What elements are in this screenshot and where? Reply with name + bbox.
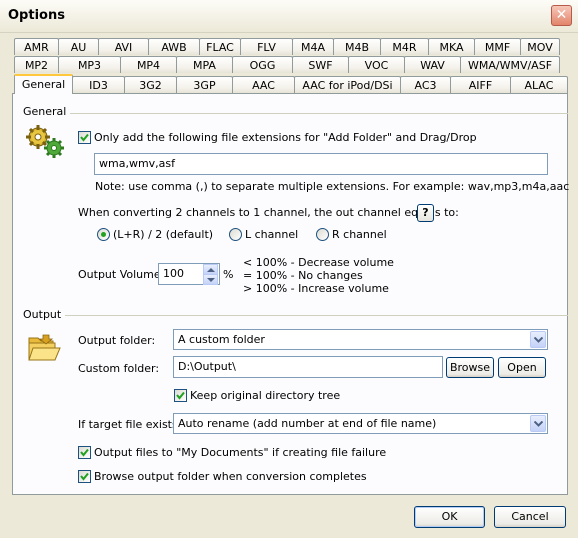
radio-l-label: L channel: [245, 228, 299, 241]
dropdown-arrow-button[interactable]: [530, 415, 546, 432]
close-button[interactable]: ✕: [551, 5, 572, 26]
cancel-label: Cancel: [511, 510, 549, 523]
output-mydocs-checkbox[interactable]: [78, 446, 91, 459]
output-folder-value: A custom folder: [178, 333, 265, 346]
tab-mmf[interactable]: MMF: [474, 38, 521, 55]
tab-ac3[interactable]: AC3: [400, 76, 451, 93]
tab-mka[interactable]: MKA: [428, 38, 475, 55]
radio-r-channel[interactable]: [316, 228, 329, 241]
folder-open-icon: [28, 334, 61, 361]
tab-aiff[interactable]: AIFF: [450, 76, 511, 93]
tab-alac[interactable]: ALAC: [510, 76, 568, 93]
output-mydocs-label: Output files to "My Documents" if creati…: [94, 446, 387, 459]
tab-wav[interactable]: WAV: [404, 56, 461, 73]
output-group-label: Output: [23, 308, 66, 321]
chevron-down-icon: [534, 337, 543, 343]
tab-swf[interactable]: SWF: [292, 56, 349, 73]
extensions-input[interactable]: wma,wmv,asf: [94, 153, 548, 175]
only-add-label: Only add the following file extensions f…: [94, 131, 477, 144]
help-icon: ?: [422, 206, 429, 219]
radio-lr-average[interactable]: [97, 228, 110, 241]
tab-flv[interactable]: FLV: [240, 38, 293, 55]
tab-flac[interactable]: FLAC: [199, 38, 241, 55]
tab-avi[interactable]: AVI: [98, 38, 149, 55]
tab-mov[interactable]: MOV: [520, 38, 560, 55]
open-label: Open: [507, 361, 537, 374]
gears-icon: [26, 125, 64, 158]
volume-note-nochange: = 100% - No changes: [243, 269, 363, 282]
window-title: Options: [8, 8, 65, 23]
channel-question: When converting 2 channels to 1 channel,…: [78, 206, 459, 219]
keep-tree-checkbox[interactable]: [174, 389, 187, 402]
volume-down-button[interactable]: [203, 274, 218, 285]
chevron-down-icon: [534, 421, 543, 427]
volume-note-decrease: < 100% - Decrease volume: [243, 256, 394, 269]
tab-amr[interactable]: AMR: [14, 38, 59, 55]
extensions-value: wma,wmv,asf: [99, 157, 176, 170]
channel-help-button[interactable]: ?: [417, 204, 434, 222]
open-button[interactable]: Open: [498, 357, 546, 378]
browse-after-checkbox[interactable]: [78, 470, 91, 483]
title-bar: Options ✕: [0, 0, 578, 33]
arrow-down-icon: [207, 278, 215, 282]
tab-m4b[interactable]: M4B: [333, 38, 381, 55]
if-exists-value: Auto rename (add number at end of file n…: [178, 417, 437, 430]
checkmark-icon: [80, 472, 89, 481]
if-exists-select[interactable]: Auto rename (add number at end of file n…: [173, 413, 548, 434]
general-group-label: General: [23, 105, 71, 118]
dropdown-arrow-button[interactable]: [530, 331, 546, 348]
tab-mp3[interactable]: MP3: [58, 56, 121, 73]
tab-3gp[interactable]: 3GP: [176, 76, 233, 93]
radio-lr-label: (L+R) / 2 (default): [113, 228, 214, 241]
ok-label: OK: [441, 510, 458, 523]
tab-general[interactable]: General: [14, 74, 73, 94]
tab-au[interactable]: AU: [58, 38, 99, 55]
checkmark-icon: [80, 133, 89, 142]
browse-label: Browse: [449, 361, 491, 374]
tab-voc[interactable]: VOC: [348, 56, 405, 73]
custom-folder-label: Custom folder:: [78, 362, 160, 375]
browse-button[interactable]: Browse: [446, 357, 494, 378]
ok-button[interactable]: OK: [414, 506, 485, 528]
keep-tree-label: Keep original directory tree: [190, 389, 341, 402]
arrow-up-icon: [207, 268, 215, 272]
custom-folder-input[interactable]: D:\Output\: [173, 356, 443, 378]
custom-folder-value: D:\Output\: [178, 360, 236, 373]
output-volume-label: Output Volume:: [78, 268, 165, 281]
tab-m4r[interactable]: M4R: [380, 38, 429, 55]
radio-l-channel[interactable]: [229, 228, 242, 241]
group-divider: [60, 315, 568, 316]
extensions-note: Note: use comma (,) to separate multiple…: [95, 180, 570, 193]
tab-wma-wmv-asf[interactable]: WMA/WMV/ASF: [460, 56, 560, 73]
tab-id3[interactable]: ID3: [72, 76, 125, 93]
close-icon: ✕: [555, 7, 568, 23]
tab-aac-for-ipod-dsi[interactable]: AAC for iPod/DSi: [294, 76, 401, 93]
radio-r-label: R channel: [332, 228, 387, 241]
if-exists-label: If target file exists: [78, 418, 178, 431]
tab-mp2[interactable]: MP2: [14, 56, 59, 73]
output-folder-label: Output folder:: [78, 334, 156, 347]
cancel-button[interactable]: Cancel: [494, 506, 566, 528]
only-add-checkbox[interactable]: [78, 131, 91, 144]
group-divider: [62, 113, 568, 114]
tab-awb[interactable]: AWB: [148, 38, 200, 55]
checkmark-icon: [80, 448, 89, 457]
tab-3g2[interactable]: 3G2: [124, 76, 177, 93]
volume-note-increase: > 100% - Increase volume: [243, 282, 389, 295]
output-folder-select[interactable]: A custom folder: [173, 329, 548, 350]
output-volume-value: 100: [163, 267, 184, 280]
tab-mpa[interactable]: MPA: [176, 56, 233, 73]
checkmark-icon: [176, 391, 185, 400]
percent-sign: %: [223, 268, 234, 281]
tab-m4a[interactable]: M4A: [292, 38, 334, 55]
tab-aac[interactable]: AAC: [232, 76, 295, 93]
tab-ogg[interactable]: OGG: [232, 56, 293, 73]
browse-after-label: Browse output folder when conversion com…: [94, 470, 367, 483]
tab-mp4[interactable]: MP4: [120, 56, 177, 73]
